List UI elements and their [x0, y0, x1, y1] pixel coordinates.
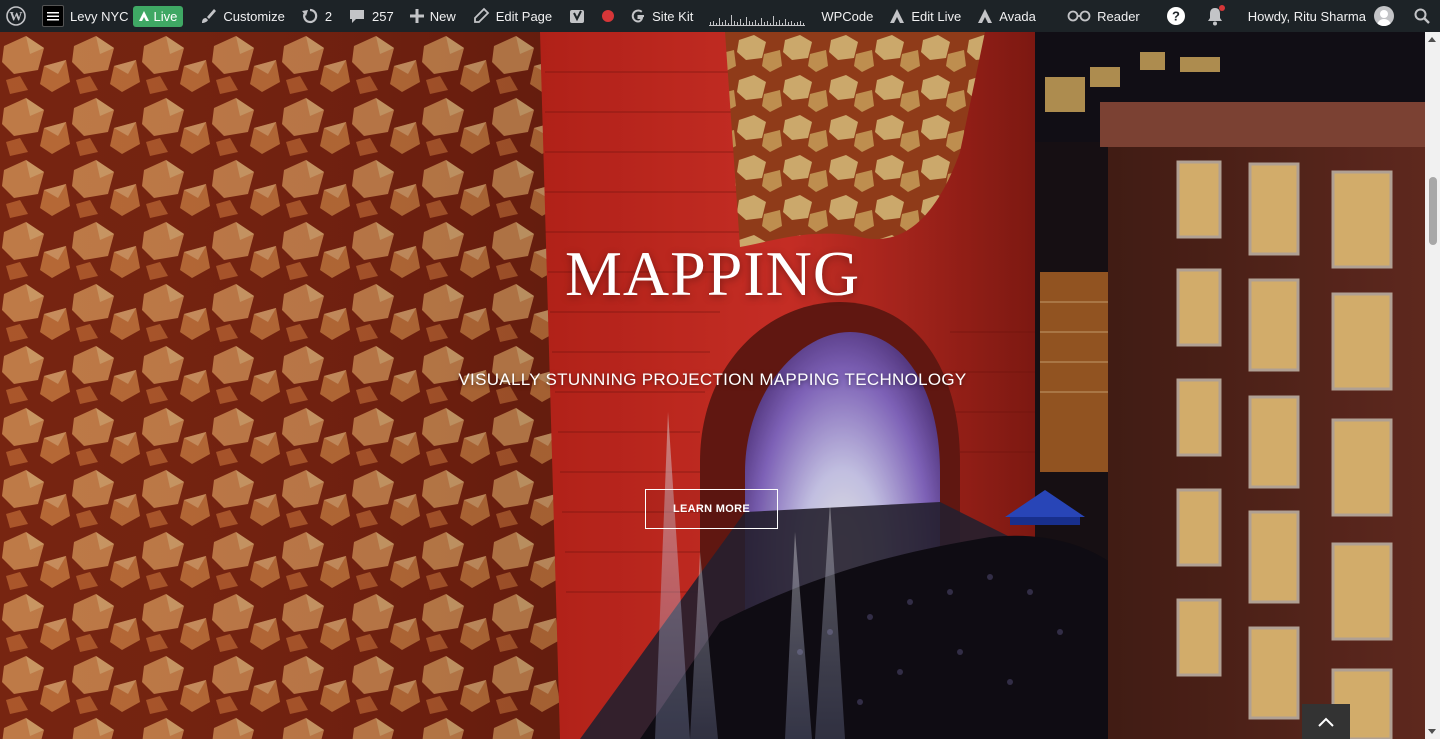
scroll-to-top-button[interactable] [1302, 704, 1350, 739]
avada-menu[interactable]: Avada [969, 0, 1044, 32]
seo-status-dot-icon [602, 10, 615, 22]
edit-page-label: Edit Page [495, 8, 553, 24]
yoast-seo-menu[interactable] [560, 0, 594, 32]
wordpress-logo-icon[interactable]: W [0, 0, 34, 32]
refresh-icon [301, 8, 318, 24]
live-icon [138, 11, 149, 21]
hero-subtitle: VISUALLY STUNNING PROJECTION MAPPING TEC… [458, 370, 967, 389]
avada-icon [890, 9, 905, 23]
scrollbar-thumb[interactable] [1429, 177, 1437, 245]
wpcode-menu[interactable]: WPCode [813, 0, 881, 32]
updates-count: 2 [324, 8, 333, 24]
comments-count: 257 [372, 8, 394, 24]
live-badge[interactable]: Live [132, 5, 184, 27]
yoast-icon [570, 10, 585, 23]
comments-link[interactable]: 257 [340, 0, 402, 32]
notification-dot-icon [1218, 5, 1225, 11]
howdy-label: Howdy, Ritu Sharma [1247, 8, 1366, 24]
svg-text:W: W [10, 9, 23, 24]
reader-glasses-icon [1067, 10, 1091, 22]
reader-link[interactable]: Reader [1059, 0, 1148, 32]
google-g-icon [631, 9, 645, 23]
wpcode-label: WPCode [821, 8, 874, 24]
search-icon [1414, 8, 1430, 24]
site-icon [42, 5, 64, 27]
analytics-sparkline[interactable] [701, 0, 813, 32]
edit-live-label: Edit Live [911, 8, 962, 24]
avada-logo-icon [978, 9, 993, 23]
hero-title: MAPPING [564, 238, 861, 309]
site-name: Levy NYC [70, 8, 129, 24]
svg-text:?: ? [1172, 9, 1180, 24]
updates-link[interactable]: 2 [293, 0, 340, 32]
reader-label: Reader [1097, 8, 1140, 24]
learn-more-button[interactable]: LEARN MORE [645, 489, 778, 529]
hero-section: MAPPING VISUALLY STUNNING PROJECTION MAP… [0, 32, 1425, 739]
scroll-down-arrow-icon[interactable] [1428, 729, 1436, 734]
new-content-menu[interactable]: New [402, 0, 464, 32]
new-label: New [429, 8, 456, 24]
admin-search-button[interactable] [1402, 0, 1440, 32]
avatar [1374, 6, 1394, 26]
my-account-menu[interactable]: Howdy, Ritu Sharma [1240, 0, 1402, 32]
site-kit-label: Site Kit [652, 8, 694, 24]
plus-icon [409, 9, 424, 23]
help-question-icon: ? [1166, 7, 1185, 25]
live-badge-label: Live [153, 8, 178, 24]
pencil-icon [473, 7, 490, 23]
customize-link[interactable]: Customize [191, 0, 292, 32]
page-scrollbar[interactable] [1425, 32, 1440, 739]
avada-label: Avada [999, 8, 1036, 24]
scroll-up-arrow-icon[interactable] [1428, 37, 1436, 42]
customize-label: Customize [223, 8, 285, 24]
site-name-menu[interactable]: Levy NYC Live [34, 0, 191, 32]
edit-page-link[interactable]: Edit Page [464, 0, 560, 32]
site-kit-menu[interactable]: Site Kit [622, 0, 701, 32]
sparkline-chart-icon [709, 15, 806, 26]
paintbrush-icon [202, 9, 217, 23]
notifications-button[interactable] [1200, 0, 1240, 32]
admin-bar: W Levy NYC Live Customize 2 257 New Edit… [0, 0, 1440, 32]
seo-score-indicator[interactable] [594, 0, 622, 32]
bell-icon [1206, 5, 1225, 26]
chevron-up-icon [1318, 717, 1334, 727]
edit-live-link[interactable]: Edit Live [881, 0, 969, 32]
help-button[interactable]: ? [1148, 0, 1200, 32]
comment-icon [350, 10, 365, 23]
